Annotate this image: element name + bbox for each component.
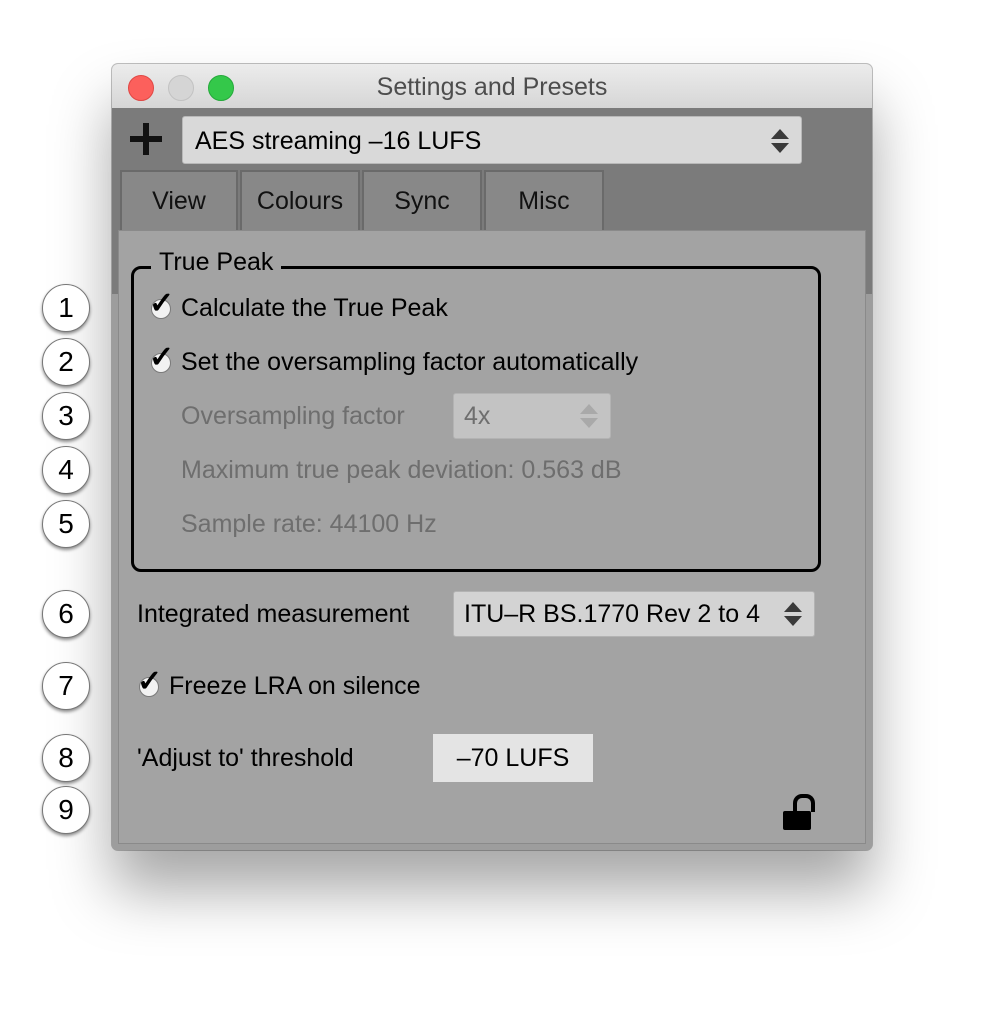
calculate-true-peak-label: Calculate the True Peak <box>181 294 448 322</box>
tab-misc[interactable]: Misc <box>484 170 604 230</box>
callout-badge-1: 1 <box>42 284 90 332</box>
checkmark-icon: ✓ <box>149 341 175 374</box>
plus-icon[interactable] <box>128 121 164 157</box>
calculate-true-peak-checkbox[interactable]: ✓ <box>149 289 175 321</box>
sample-rate: Sample rate: 44100 Hz <box>181 510 437 538</box>
oversampling-factor-label: Oversampling factor <box>181 402 405 430</box>
max-true-peak-deviation: Maximum true peak deviation: 0.563 dB <box>181 456 622 484</box>
tab-sync[interactable]: Sync <box>362 170 482 230</box>
integrated-measurement-select[interactable]: ITU–R BS.1770 Rev 2 to 4 <box>453 591 815 637</box>
preset-value: AES streaming –16 LUFS <box>195 127 482 155</box>
freeze-lra-label: Freeze LRA on silence <box>169 672 421 700</box>
integrated-measurement-value: ITU–R BS.1770 Rev 2 to 4 <box>464 600 760 628</box>
up-down-arrows-icon <box>784 602 804 626</box>
checkmark-icon: ✓ <box>137 665 163 698</box>
adjust-to-threshold-label: 'Adjust to' threshold <box>137 744 354 772</box>
callout-badge-5: 5 <box>42 500 90 548</box>
auto-oversampling-label: Set the oversampling factor automaticall… <box>181 348 639 376</box>
tab-view[interactable]: View <box>120 170 238 230</box>
settings-window: Settings and Presets AES streaming –16 L… <box>112 64 872 850</box>
callout-badge-9: 9 <box>42 786 90 834</box>
up-down-arrows-icon <box>771 129 791 153</box>
title-bar[interactable]: Settings and Presets <box>112 64 872 109</box>
callout-badge-4: 4 <box>42 446 90 494</box>
checkmark-icon: ✓ <box>149 287 175 320</box>
integrated-measurement-label: Integrated measurement <box>137 600 410 628</box>
preset-select[interactable]: AES streaming –16 LUFS <box>182 116 802 164</box>
oversampling-factor-value: 4x <box>464 402 491 430</box>
adjust-to-threshold-field[interactable]: –70 LUFS <box>433 734 593 782</box>
callout-badge-2: 2 <box>42 338 90 386</box>
tab-colours[interactable]: Colours <box>240 170 360 230</box>
misc-panel: True Peak ✓ Calculate the True Peak ✓ Se… <box>118 230 866 844</box>
callout-badge-8: 8 <box>42 734 90 782</box>
callout-badge-6: 6 <box>42 590 90 638</box>
freeze-lra-checkbox[interactable]: ✓ <box>137 667 163 699</box>
up-down-arrows-icon <box>580 404 600 428</box>
window-title: Settings and Presets <box>376 73 608 101</box>
oversampling-factor-select[interactable]: 4x <box>453 393 611 439</box>
unlocked-padlock-icon[interactable] <box>783 794 815 830</box>
auto-oversampling-checkbox[interactable]: ✓ <box>149 343 175 375</box>
callout-badge-3: 3 <box>42 392 90 440</box>
callout-badge-7: 7 <box>42 662 90 710</box>
true-peak-group-label: True Peak <box>151 248 282 277</box>
